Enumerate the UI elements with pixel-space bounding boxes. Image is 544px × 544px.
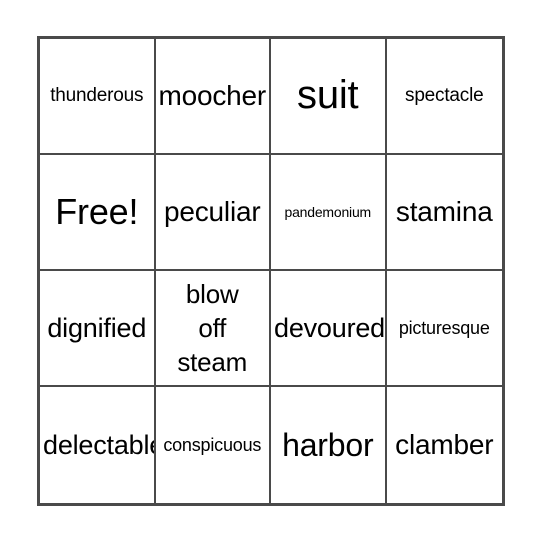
bingo-cell[interactable]: suit <box>271 39 387 155</box>
bingo-cell-label: picturesque <box>398 317 490 338</box>
bingo-cell[interactable]: thunderous <box>40 39 156 155</box>
bingo-cell[interactable]: peculiar <box>155 155 271 271</box>
bingo-cell-label: blow off steam <box>177 278 248 378</box>
bingo-cell[interactable]: moocher <box>155 39 271 155</box>
bingo-cell[interactable]: stamina <box>386 155 502 271</box>
bingo-cell[interactable]: devoured <box>271 271 387 387</box>
bingo-cell-label: devoured <box>274 312 385 343</box>
bingo-cell[interactable]: dignified <box>40 271 156 387</box>
bingo-cell[interactable]: clamber <box>386 387 502 503</box>
bingo-cell-label: pandemonium <box>284 203 372 220</box>
bingo-cell-label: peculiar <box>164 196 261 228</box>
bingo-cell-label: dignified <box>47 312 147 343</box>
bingo-card-grid: thunderous moocher suit spectacle Free! pecul… <box>37 36 505 506</box>
bingo-cell-label: thunderous <box>50 85 144 107</box>
bingo-cell-label: spectacle <box>405 85 484 107</box>
bingo-cell[interactable]: conspicuous <box>155 387 271 503</box>
bingo-cell[interactable]: harbor <box>271 387 387 503</box>
bingo-cell-label: conspicuous <box>163 434 262 455</box>
bingo-cell-label: clamber <box>395 429 494 461</box>
bingo-cell-label: delectable <box>43 429 156 460</box>
bingo-cell[interactable]: pandemonium <box>271 155 387 271</box>
bingo-cell[interactable]: delectable <box>40 387 156 503</box>
bingo-cell-label: moocher <box>158 80 267 112</box>
bingo-cell[interactable]: picturesque <box>386 271 502 387</box>
bingo-cell-label: Free! <box>55 190 139 232</box>
bingo-cell-free-space[interactable]: Free! <box>40 155 156 271</box>
bingo-cell-label: suit <box>297 73 359 118</box>
bingo-cell-label: harbor <box>282 426 374 463</box>
bingo-cell[interactable]: spectacle <box>386 39 502 155</box>
bingo-cell[interactable]: blow off steam <box>155 271 271 387</box>
bingo-cell-label: stamina <box>395 196 493 228</box>
